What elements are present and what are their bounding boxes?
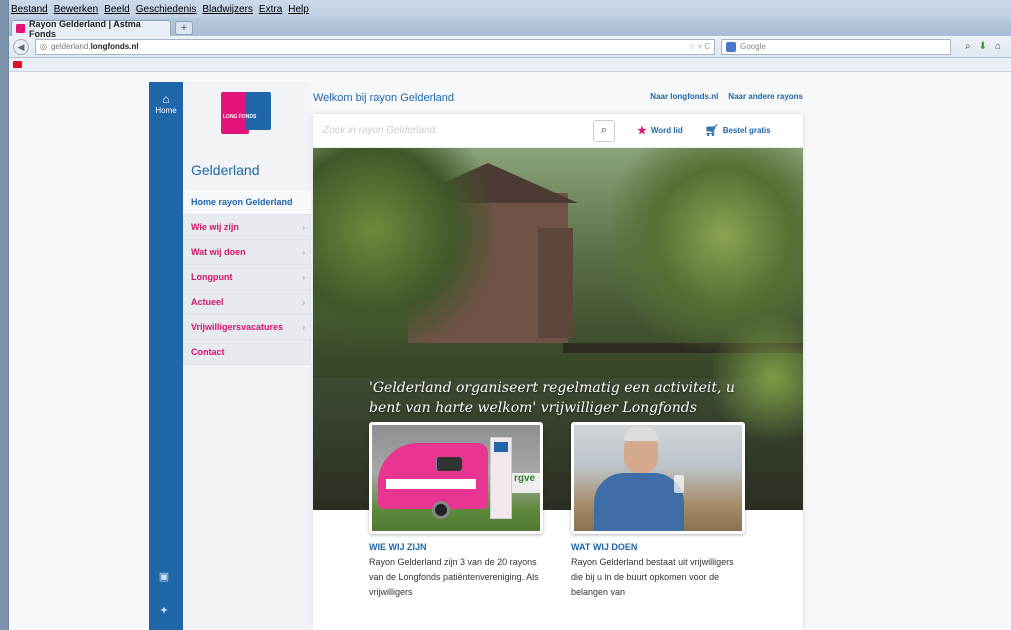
card-wat-wij-doen[interactable]: WAT WIJ DOEN Rayon Gelderland bestaat ui… (571, 422, 745, 600)
sidebar-nav: Home rayon Gelderland Wie wij zijn › Wat … (183, 190, 311, 365)
browser-tab[interactable]: Rayon Gelderland | Astma Fonds (11, 18, 171, 39)
castle-tower (538, 228, 573, 338)
card-text: Rayon Gelderland zijn 3 van de 20 rayons… (369, 557, 539, 597)
tab-title: Rayon Gelderland | Astma Fonds (28, 18, 141, 39)
menu-file[interactable]: Bestand (11, 4, 48, 15)
volunteer-photo (571, 422, 745, 534)
chevron-right-icon: › (302, 247, 305, 257)
chevron-right-icon: › (302, 322, 305, 332)
search-icon[interactable]: ⌕ (593, 119, 615, 142)
link-longfonds[interactable]: Naar longfonds.nl (650, 92, 718, 104)
nav-label: Longpunt (191, 272, 233, 282)
word-lid-label: Word lid (650, 126, 683, 135)
nav-item-contact[interactable]: Contact (183, 340, 311, 365)
main-content: Zoek in rayon Gelderland ⌕ ★ Word lid 🛒︎… (313, 114, 803, 630)
card-wie-wij-zijn[interactable]: rgve WIE WIJ ZIJN Rayon Gelderland zijn … (369, 422, 543, 600)
header-links: Naar longfonds.nl Naar andere rayons (650, 92, 803, 104)
menu-bar: Bestand Bewerken Beeld Geschiedenis Blad… (9, 0, 1011, 18)
link-other-rayons[interactable]: Naar andere rayons (728, 92, 803, 104)
sidebar: LONG FONDS Gelderland Home rayon Gelderl… (183, 82, 311, 630)
site-search-input[interactable]: Zoek in rayon Gelderland (323, 125, 583, 136)
nav-label: Actueel (191, 297, 224, 307)
cart-icon: 🛒︎ (704, 125, 719, 137)
navigation-toolbar: ◀ ◎ gelderland. longfonds.nl ☆ ▿ C Google… (9, 36, 1011, 58)
download-icon[interactable]: ⬇ (979, 41, 987, 52)
person-hair (624, 427, 658, 441)
nav-item-wie-wij-zijn[interactable]: Wie wij zijn › (183, 215, 311, 240)
nav-item-vacatures[interactable]: Vrijwilligersvacatures › (183, 315, 311, 340)
bestel-gratis-label: Bestel gratis (722, 126, 771, 135)
chevron-right-icon: › (302, 272, 305, 282)
home-rail-label: Home (155, 106, 177, 115)
tree-foliage (313, 148, 493, 368)
menu-history[interactable]: Geschiedenis (136, 4, 197, 15)
star-icon: ★ (637, 125, 647, 137)
address-bar[interactable]: ◎ gelderland. longfonds.nl ☆ ▿ C (35, 38, 715, 55)
youtube-bookmark-icon[interactable] (13, 61, 22, 68)
search-bar[interactable]: Google (721, 38, 951, 55)
toolbar-icons: ⌕ ⬇ ⌂ (965, 41, 1001, 52)
word-lid-button[interactable]: ★ Word lid (637, 124, 683, 137)
page-header: Welkom bij rayon Gelderland Naar longfon… (313, 92, 803, 104)
twitter-icon[interactable]: ✦ (157, 604, 171, 617)
menu-edit[interactable]: Bewerken (54, 4, 98, 15)
home-rail-button[interactable]: ⌂ Home (149, 92, 183, 115)
nav-item-wat-wij-doen[interactable]: Wat wij doen › (183, 240, 311, 265)
welcome-text: Welkom bij rayon Gelderland (313, 92, 455, 104)
nav-label: Wat wij doen (191, 247, 246, 257)
web-page: ⌂ Home ▣ ✦ LONG FONDS Gelderland Home ra… (9, 72, 1011, 630)
caravan-wheel (432, 501, 450, 519)
logo-text: LONG FONDS (223, 114, 257, 120)
menu-bookmarks[interactable]: Bladwijzers (202, 4, 253, 15)
new-tab-button[interactable]: + (175, 21, 193, 35)
url-domain: longfonds.nl (90, 42, 139, 51)
caravan-shape (378, 443, 488, 509)
house-icon: ⌂ (162, 92, 170, 106)
bookmarks-bar (9, 58, 1011, 72)
sign-text: rgve (512, 473, 540, 493)
person-body (594, 473, 684, 531)
site-search-bar: Zoek in rayon Gelderland ⌕ ★ Word lid 🛒︎… (313, 114, 803, 148)
nav-item-home[interactable]: Home rayon Gelderland (183, 190, 311, 215)
card-title[interactable]: WIE WIJ ZIJN (369, 542, 543, 552)
caravan-photo: rgve (369, 422, 543, 534)
globe-icon: ◎ (40, 42, 47, 51)
reload-icon[interactable]: ☆ ▿ C (689, 42, 714, 51)
region-title: Gelderland (191, 162, 260, 178)
tab-strip: Rayon Gelderland | Astma Fonds + (9, 18, 1011, 39)
glass-shape (674, 475, 684, 493)
menu-view[interactable]: Beeld (104, 4, 130, 15)
url-prefix: gelderland. (50, 42, 91, 51)
chevron-right-icon: › (302, 222, 305, 232)
youtube-icon[interactable]: ▣ (157, 570, 171, 583)
nav-label: Vrijwilligersvacatures (191, 322, 284, 332)
search-engine-label: Google (740, 42, 766, 51)
nav-item-actueel[interactable]: Actueel › (183, 290, 311, 315)
nav-label: Contact (191, 347, 225, 357)
browser-window: Bestand Bewerken Beeld Geschiedenis Blad… (8, 0, 1011, 630)
nav-label: Home rayon Gelderland (191, 197, 293, 207)
google-icon (726, 41, 736, 52)
nav-item-longpunt[interactable]: Longpunt › (183, 265, 311, 290)
back-button[interactable]: ◀ (13, 38, 29, 55)
card-text: Rayon Gelderland bestaat uit vrijwillige… (571, 557, 734, 597)
menu-help[interactable]: Help (288, 4, 309, 15)
bestel-gratis-button[interactable]: 🛒︎ Bestel gratis (705, 124, 771, 137)
longfonds-logo[interactable]: LONG FONDS (221, 92, 271, 138)
banner-stand (490, 437, 512, 519)
nav-label: Wie wij zijn (191, 222, 239, 232)
card-title[interactable]: WAT WIJ DOEN (571, 542, 745, 552)
left-rail: ⌂ Home ▣ ✦ (149, 82, 183, 630)
chevron-right-icon: › (302, 297, 305, 307)
favicon-icon (16, 24, 25, 33)
menu-extra[interactable]: Extra (259, 4, 282, 15)
hero-quote: 'Gelderland organiseert regelmatig een a… (369, 380, 735, 416)
search-go-icon[interactable]: ⌕ (965, 41, 971, 52)
home-icon[interactable]: ⌂ (995, 41, 1001, 52)
